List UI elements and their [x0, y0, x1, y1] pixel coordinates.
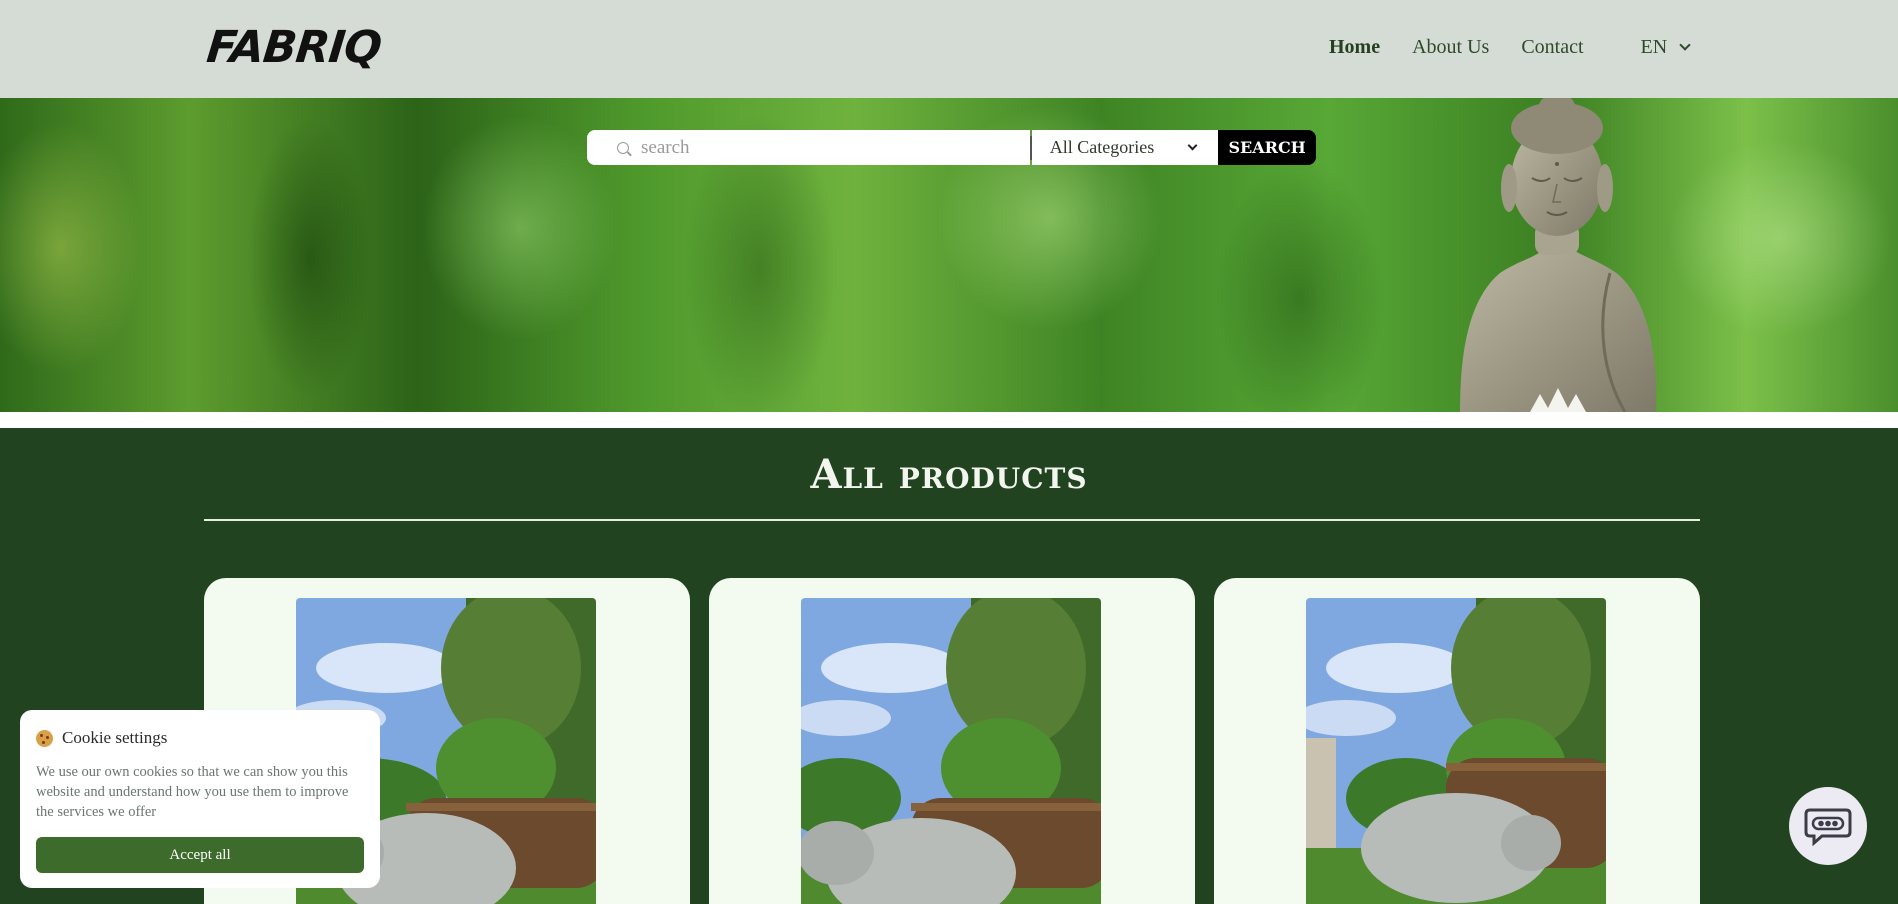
- language-selector[interactable]: EN: [1640, 36, 1691, 59]
- category-select[interactable]: All Categories: [1031, 130, 1219, 165]
- cookie-icon: [36, 729, 53, 747]
- nav-link-home[interactable]: Home: [1329, 36, 1380, 59]
- chat-button[interactable]: [1789, 787, 1867, 865]
- brand-logo[interactable]: FABRIQ: [204, 22, 383, 73]
- site-header: FABRIQ Home About Us Contact EN: [0, 0, 1898, 98]
- accept-all-button[interactable]: Accept all: [36, 837, 364, 873]
- nav-link-contact[interactable]: Contact: [1521, 36, 1583, 59]
- cookie-description: We use our own cookies so that we can sh…: [36, 764, 349, 820]
- search-bar: All Categories SEARCH: [587, 130, 1316, 165]
- product-card[interactable]: [1214, 578, 1700, 904]
- section-divider: [204, 519, 1700, 521]
- product-image[interactable]: [1306, 598, 1606, 904]
- buddha-statue-image: [1460, 98, 1657, 412]
- chevron-down-icon: [1187, 140, 1198, 151]
- cookie-title-row: Cookie settings: [36, 728, 364, 748]
- chevron-down-icon: [1679, 39, 1691, 51]
- chat-bubble-icon: [1804, 808, 1852, 846]
- search-input[interactable]: [641, 136, 1001, 159]
- language-label: EN: [1640, 36, 1668, 58]
- nav-link-about-us[interactable]: About Us: [1412, 36, 1489, 59]
- product-image[interactable]: [801, 598, 1101, 904]
- search-icon: [617, 141, 629, 154]
- search-button[interactable]: SEARCH: [1218, 130, 1316, 165]
- product-card[interactable]: [709, 578, 1195, 904]
- search-field-wrapper: [587, 130, 1030, 165]
- products-section-title: All products: [810, 451, 1088, 498]
- category-select-value: All Categories: [1049, 137, 1155, 157]
- cookie-banner: Cookie settings We use our own cookies s…: [20, 710, 380, 888]
- cookie-title: Cookie settings: [62, 728, 168, 747]
- main-nav: Home About Us Contact EN: [1329, 36, 1691, 59]
- hero-divider: [0, 412, 1898, 428]
